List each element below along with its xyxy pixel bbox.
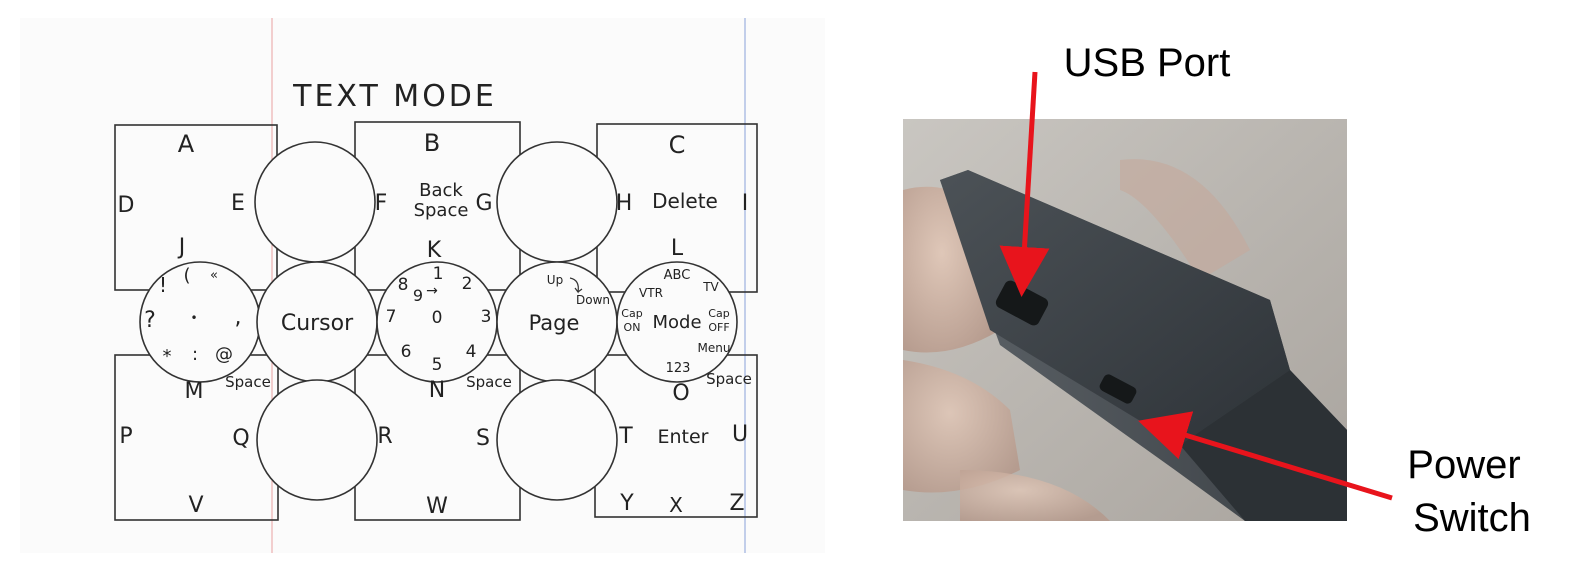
letter-p: P <box>119 424 132 449</box>
letter-r: R <box>377 424 392 449</box>
symbol-dot: • <box>190 311 197 325</box>
letter-e: E <box>231 191 245 216</box>
letter-a: A <box>178 130 195 158</box>
digit-0: 0 <box>432 308 443 328</box>
power-switch-label-line1: Power <box>1407 443 1520 487</box>
mode-vtr: VTR <box>639 286 663 300</box>
symbol-quote: « <box>210 268 218 283</box>
delete-label: Delete <box>652 189 718 213</box>
letter-f: F <box>375 191 388 216</box>
letter-s: S <box>476 426 490 451</box>
back-space-line1: Back <box>419 180 463 201</box>
letter-c: C <box>669 131 686 159</box>
letter-b: B <box>424 129 440 157</box>
mode-123: 123 <box>666 361 691 376</box>
letter-k: K <box>427 238 442 263</box>
symbol-comma: , <box>235 305 242 330</box>
enter-label: Enter <box>658 426 709 448</box>
circle-bottom-2 <box>496 379 618 501</box>
device-photo <box>903 119 1347 521</box>
text-mode-sketch: TEXT MODE A D E J B F Back Space G K C H… <box>20 18 825 553</box>
symbol-at: @ <box>215 344 233 365</box>
letter-y: Y <box>619 491 634 516</box>
letter-x: X <box>669 493 683 517</box>
letter-z: Z <box>729 491 744 516</box>
letter-t: T <box>618 424 633 449</box>
sketch-title: TEXT MODE <box>292 79 497 114</box>
mode-cap-on-1: Cap <box>621 307 642 320</box>
symbol-paren: ( <box>183 265 190 286</box>
space-label-m: Space <box>225 373 271 391</box>
mode-label: Mode <box>652 312 701 333</box>
digit-3: 3 <box>481 307 492 327</box>
mode-tv: TV <box>702 280 719 294</box>
letter-o: O <box>672 381 689 406</box>
digit-4: 4 <box>466 342 477 362</box>
symbol-colon: : <box>192 344 198 365</box>
letter-d: D <box>118 193 135 218</box>
letter-w: W <box>426 494 448 519</box>
circle-top-2 <box>496 141 618 263</box>
mode-cap-off-2: OFF <box>708 321 729 334</box>
mode-menu: Menu <box>698 341 731 355</box>
symbol-exclaim: ! <box>159 273 167 297</box>
letter-u: U <box>732 422 748 447</box>
mode-cap-off-1: Cap <box>708 307 729 320</box>
usb-port-label: USB Port <box>1064 41 1231 85</box>
circle-bottom-1 <box>256 379 378 501</box>
letter-g: G <box>475 191 492 216</box>
device-photo-panel: USB Port Power Switch <box>903 41 1531 540</box>
letter-l: L <box>671 236 684 261</box>
numbers-arrow-icon: → <box>426 283 438 299</box>
letter-q: Q <box>232 426 249 451</box>
digit-9: 9 <box>413 286 423 305</box>
mode-abc: ABC <box>664 268 691 283</box>
letter-m: M <box>185 379 204 404</box>
mode-cap-on-2: ON <box>624 321 641 334</box>
back-space-line2: Space <box>414 200 469 221</box>
digit-7: 7 <box>386 307 397 327</box>
letter-h: H <box>616 191 633 216</box>
symbol-asterisk: * <box>163 346 172 367</box>
letter-j: J <box>177 235 186 260</box>
digit-6: 6 <box>401 342 412 362</box>
power-switch-label-line2: Switch <box>1413 496 1531 540</box>
letter-v: V <box>188 493 203 518</box>
cursor-label: Cursor <box>281 311 354 336</box>
page-up-label: Up <box>547 273 563 287</box>
space-label-n: Space <box>466 373 512 391</box>
digit-8: 8 <box>398 275 409 295</box>
symbol-question: ? <box>144 308 156 333</box>
circle-top-1 <box>254 141 376 263</box>
page-label: Page <box>529 311 580 335</box>
page-down-label: Down <box>576 293 610 307</box>
space-label-o: Space <box>706 370 752 388</box>
digit-1: 1 <box>433 264 444 284</box>
digit-2: 2 <box>462 274 473 294</box>
letter-n: N <box>429 378 445 403</box>
digit-5: 5 <box>432 355 443 375</box>
letter-i: I <box>742 191 749 216</box>
